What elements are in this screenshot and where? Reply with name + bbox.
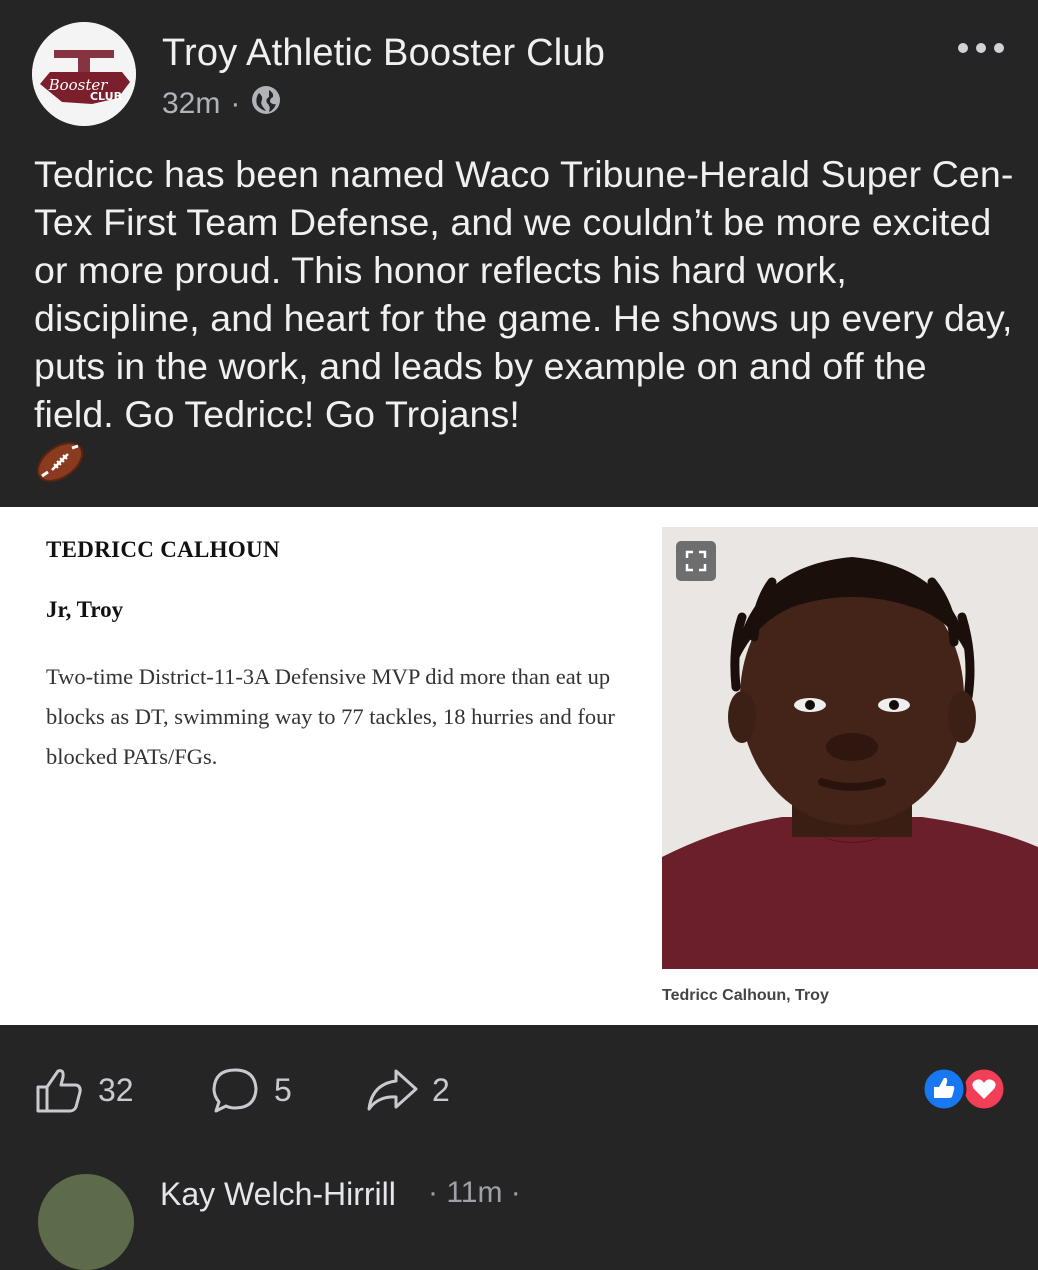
like-button[interactable]: 32 <box>34 1065 134 1115</box>
player-description: Two-time District-11-3A Defensive MVP di… <box>46 664 615 769</box>
reaction-summary[interactable] <box>920 1066 1010 1112</box>
expand-icon <box>685 550 707 572</box>
more-horizontal-icon <box>958 43 1004 53</box>
post-time[interactable]: 32m <box>162 87 220 121</box>
share-count: 2 <box>432 1071 450 1108</box>
globe-icon <box>250 84 282 124</box>
share-icon <box>367 1069 418 1111</box>
more-options-button[interactable] <box>956 36 1006 60</box>
comment-time: · 11m · <box>428 1176 521 1209</box>
like-reaction-icon <box>921 1066 967 1112</box>
football-emoji <box>34 436 86 488</box>
commenter-avatar[interactable] <box>38 1174 134 1270</box>
expand-image-button[interactable] <box>676 541 716 581</box>
player-class: Jr, Troy <box>46 597 124 622</box>
portrait-image <box>662 527 1038 969</box>
post-text: Tedricc has been named Waco Tribune-Hera… <box>34 153 1014 435</box>
post-actions-bar: 32 5 2 <box>0 1025 1038 1145</box>
love-reaction-icon <box>961 1066 1007 1112</box>
booster-club-logo: Booster CLUB <box>32 22 136 126</box>
like-count: 32 <box>98 1071 134 1108</box>
post-meta: 32m · <box>162 84 282 124</box>
player-name: TEDRICC CALHOUN <box>46 537 280 562</box>
commenter-name[interactable]: Kay Welch-Hirrill <box>160 1176 396 1213</box>
thumbs-up-icon <box>36 1069 82 1113</box>
photo-caption: Tedricc Calhoun, Troy <box>662 987 829 1004</box>
share-button[interactable]: 2 <box>366 1065 450 1115</box>
player-photo[interactable] <box>662 527 1038 969</box>
comment-preview: Kay Welch-Hirrill · 11m · <box>0 1160 1038 1270</box>
page-avatar[interactable]: Booster CLUB <box>32 22 136 126</box>
comment-count: 5 <box>274 1071 292 1108</box>
shared-article-image[interactable]: TEDRICC CALHOUN Jr, Troy Two-time Distri… <box>0 507 1038 1025</box>
page-name[interactable]: Troy Athletic Booster Club <box>162 32 605 75</box>
post-header: Booster CLUB Troy Athletic Booster Club … <box>0 0 1038 140</box>
svg-text:CLUB: CLUB <box>90 90 122 103</box>
meta-separator: · <box>230 87 241 120</box>
comment-button[interactable]: 5 <box>210 1065 292 1115</box>
comment-icon <box>212 1068 258 1113</box>
